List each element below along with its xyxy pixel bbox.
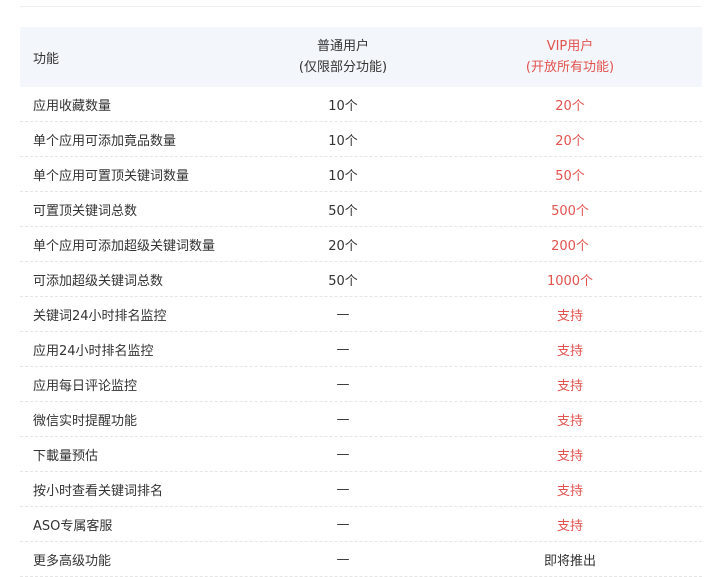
row-vip-value: 500个	[551, 203, 589, 219]
row-normal-value: —	[336, 551, 350, 567]
row-feature: ASO专属客服	[33, 518, 113, 534]
row-normal-value: 10个	[328, 98, 358, 114]
row-feature: 微信实时提醒功能	[33, 413, 138, 429]
table-row: 更多高级功能 — 即将推出	[20, 542, 702, 577]
table-row: 关键词24小时排名监控 — 支持	[20, 297, 702, 332]
row-normal-value: —	[336, 481, 350, 497]
row-feature: 单个应用可添加超级关键词数量	[33, 238, 216, 254]
row-vip-value: 20个	[555, 98, 585, 114]
row-normal-value: —	[336, 306, 350, 322]
row-normal-value: —	[336, 516, 350, 532]
row-normal-value: —	[336, 411, 350, 427]
header-feature: 功能	[33, 51, 60, 67]
header-normal-user: 普通用户 (仅限部分功能)	[248, 36, 438, 78]
row-vip-value: 支持	[556, 413, 583, 429]
table-row: 单个应用可添加竟品数量 10个 20个	[20, 122, 702, 157]
comparison-table: 功能 普通用户 (仅限部分功能) VIP用户 (开放所有功能) 应用收藏数量 1…	[20, 27, 702, 577]
row-normal-value: 20个	[328, 238, 358, 254]
row-normal-value: —	[336, 341, 350, 357]
row-feature: 应用每日评论监控	[33, 378, 138, 394]
table-row: 应用24小时排名监控 — 支持	[20, 332, 702, 367]
row-feature: 下載量预估	[33, 448, 99, 464]
header-vip-title: VIP用户	[546, 39, 594, 54]
header-normal-title: 普通用户	[316, 39, 369, 54]
row-normal-value: 10个	[328, 168, 358, 184]
row-feature: 单个应用可置顶关键词数量	[33, 168, 190, 184]
row-vip-value: 20个	[555, 133, 585, 149]
row-feature: 可置顶关键词总数	[33, 203, 138, 219]
table-row: 微信实时提醒功能 — 支持	[20, 402, 702, 437]
row-vip-value: 1000个	[546, 273, 594, 289]
row-normal-value: —	[336, 376, 350, 392]
table-row: ASO专属客服 — 支持	[20, 507, 702, 542]
row-normal-value: 50个	[328, 273, 358, 289]
row-feature: 应用收藏数量	[33, 98, 112, 114]
top-divider	[20, 6, 702, 7]
row-feature: 更多高级功能	[33, 553, 112, 569]
row-normal-value: 50个	[328, 203, 358, 219]
table-row: 应用每日评论监控 — 支持	[20, 367, 702, 402]
table-row: 下載量预估 — 支持	[20, 437, 702, 472]
row-normal-value: 10个	[328, 133, 358, 149]
row-vip-value: 50个	[555, 168, 585, 184]
table-row: 应用收藏数量 10个 20个	[20, 87, 702, 122]
table-row: 按小时查看关键词排名 — 支持	[20, 472, 702, 507]
row-vip-value: 支持	[556, 448, 583, 464]
table-row: 可添加超级关键词总数 50个 1000个	[20, 262, 702, 297]
row-vip-value: 支持	[556, 483, 583, 499]
row-feature: 可添加超级关键词总数	[33, 273, 164, 289]
table-row: 单个应用可添加超级关键词数量 20个 200个	[20, 227, 702, 262]
row-vip-value: 支持	[556, 343, 583, 359]
header-normal-subtitle: (仅限部分功能)	[298, 60, 388, 75]
table-row: 可置顶关键词总数 50个 500个	[20, 192, 702, 227]
header-vip-subtitle: (开放所有功能)	[525, 60, 615, 75]
header-vip-user: VIP用户 (开放所有功能)	[438, 36, 702, 78]
row-vip-value: 支持	[556, 308, 583, 324]
row-vip-value: 支持	[556, 518, 583, 534]
row-feature: 应用24小时排名监控	[33, 343, 154, 359]
row-vip-value: 支持	[556, 378, 583, 394]
row-vip-value: 即将推出	[543, 553, 596, 569]
table-header: 功能 普通用户 (仅限部分功能) VIP用户 (开放所有功能)	[20, 27, 702, 87]
row-feature: 按小时查看关键词排名	[33, 483, 164, 499]
row-feature: 关键词24小时排名监控	[33, 308, 167, 324]
table-row: 单个应用可置顶关键词数量 10个 50个	[20, 157, 702, 192]
row-normal-value: —	[336, 446, 350, 462]
row-vip-value: 200个	[551, 238, 589, 254]
row-feature: 单个应用可添加竟品数量	[33, 133, 177, 149]
